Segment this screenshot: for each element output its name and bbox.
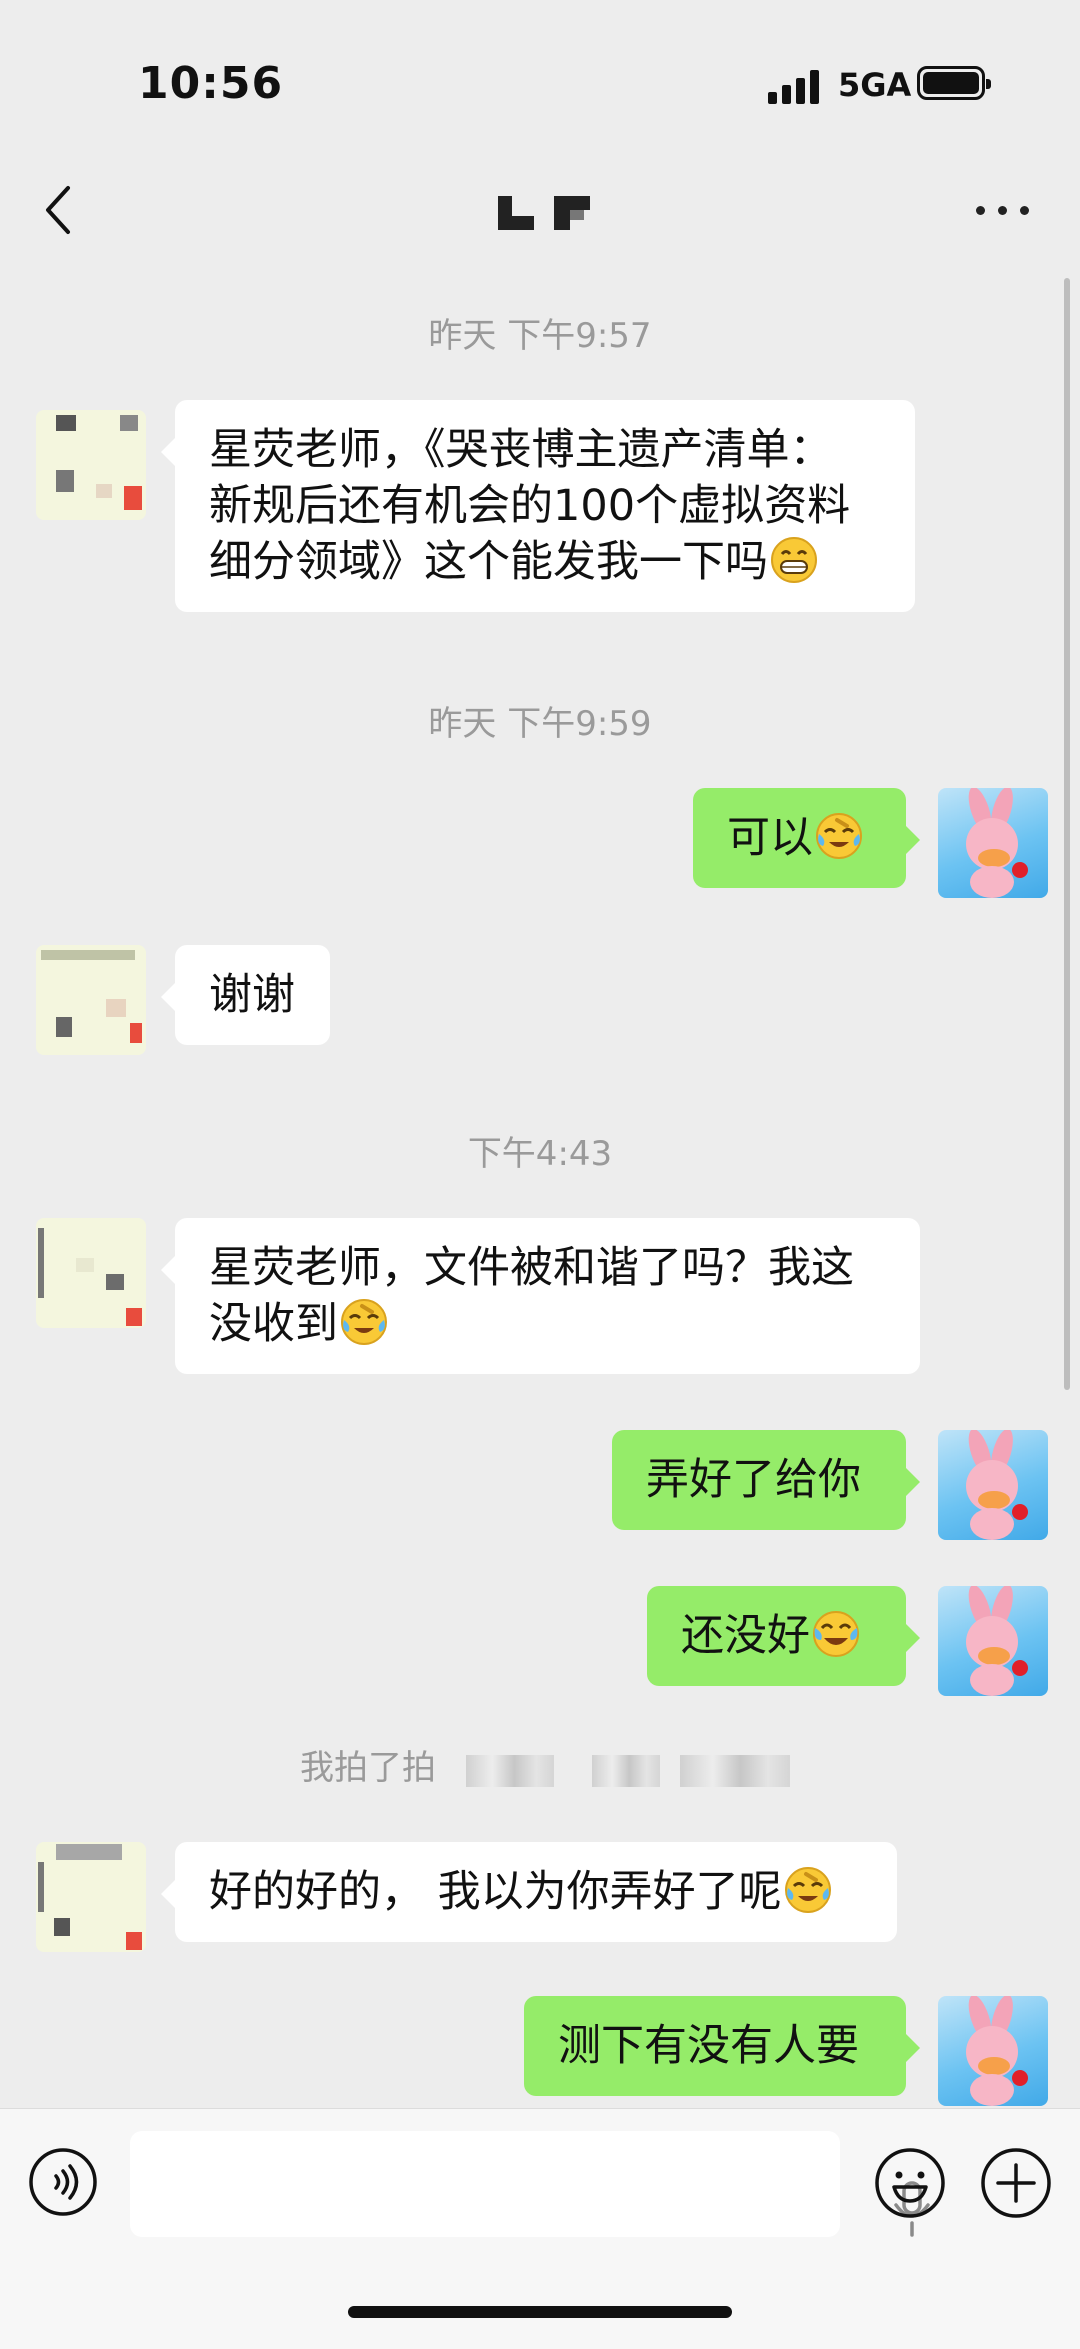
message-text: 星荧老师，文件被和谐了吗？我这 bbox=[209, 1243, 854, 1293]
message-text: 细分领域》这个能发我一下吗 bbox=[209, 537, 768, 587]
message-text: 还没好 bbox=[681, 1611, 810, 1661]
laugh-cry-emoji-icon bbox=[784, 1867, 831, 1913]
battery-icon bbox=[917, 66, 991, 100]
obscured-name bbox=[592, 1755, 660, 1787]
more-icon[interactable] bbox=[976, 200, 1032, 220]
message-text: 新规后还有机会的100个虚拟资料 bbox=[209, 481, 851, 531]
chat-title-obscured bbox=[498, 196, 594, 236]
message-bubble-received[interactable]: 好的好的， 我以为你弄好了呢 bbox=[161, 1842, 897, 1942]
my-avatar[interactable] bbox=[938, 788, 1048, 898]
message-text: 星荧老师，《哭丧博主遗产清单： bbox=[209, 425, 833, 475]
my-avatar[interactable] bbox=[938, 1586, 1048, 1696]
message-bubble-sent[interactable]: 弄好了给你 bbox=[612, 1430, 920, 1530]
back-icon[interactable] bbox=[36, 180, 86, 240]
message-text: 谢谢 bbox=[209, 970, 295, 1020]
friend-avatar[interactable] bbox=[36, 410, 146, 520]
message-text: 测下有没有人要 bbox=[558, 2021, 859, 2071]
message-bubble-received[interactable]: 谢谢 bbox=[161, 945, 330, 1045]
message-input[interactable] bbox=[130, 2131, 930, 2237]
message-bubble-received[interactable]: 星荧老师，《哭丧博主遗产清单： 新规后还有机会的100个虚拟资料 细分领域》这个… bbox=[161, 400, 915, 612]
timestamp: 昨天 下午9:59 bbox=[428, 704, 652, 744]
message-bubble-received[interactable]: 星荧老师，文件被和谐了吗？我这 没收到 bbox=[161, 1218, 920, 1374]
grin-emoji-icon bbox=[771, 537, 817, 583]
home-indicator[interactable] bbox=[348, 2306, 732, 2318]
message-text: 没收到 bbox=[209, 1299, 338, 1349]
friend-avatar[interactable] bbox=[36, 1218, 146, 1328]
message-bubble-sent[interactable]: 可以 bbox=[693, 788, 920, 888]
scrollbar[interactable] bbox=[1064, 278, 1070, 1390]
message-text: 好的好的， 我以为你弄好了呢 bbox=[209, 1867, 782, 1917]
friend-avatar[interactable] bbox=[36, 1842, 146, 1952]
emoji-picker-icon[interactable] bbox=[874, 2147, 946, 2219]
message-bubble-sent[interactable]: 测下有没有人要 bbox=[524, 1996, 920, 2096]
timestamp: 昨天 下午9:57 bbox=[428, 316, 652, 356]
obscured-name bbox=[466, 1755, 554, 1787]
laugh-cry-emoji-icon bbox=[341, 1299, 387, 1345]
more-actions-icon[interactable] bbox=[980, 2147, 1052, 2219]
network-label: 5GA bbox=[838, 66, 912, 104]
voice-input-icon[interactable] bbox=[28, 2147, 98, 2217]
laugh-cry-emoji-icon bbox=[816, 813, 862, 859]
signal-icon bbox=[768, 70, 822, 104]
message-text: 弄好了给你 bbox=[646, 1455, 861, 1505]
friend-avatar[interactable] bbox=[36, 945, 146, 1055]
message-bubble-sent[interactable]: 还没好 bbox=[647, 1586, 920, 1686]
system-message: 我拍了拍 bbox=[300, 1748, 436, 1788]
my-avatar[interactable] bbox=[938, 1996, 1048, 2106]
timestamp: 下午4:43 bbox=[467, 1134, 613, 1174]
my-avatar[interactable] bbox=[938, 1430, 1048, 1540]
message-text: 可以 bbox=[727, 813, 813, 863]
obscured-name bbox=[680, 1755, 790, 1787]
joy-emoji-icon bbox=[813, 1611, 859, 1657]
status-time: 10:56 bbox=[138, 58, 284, 109]
